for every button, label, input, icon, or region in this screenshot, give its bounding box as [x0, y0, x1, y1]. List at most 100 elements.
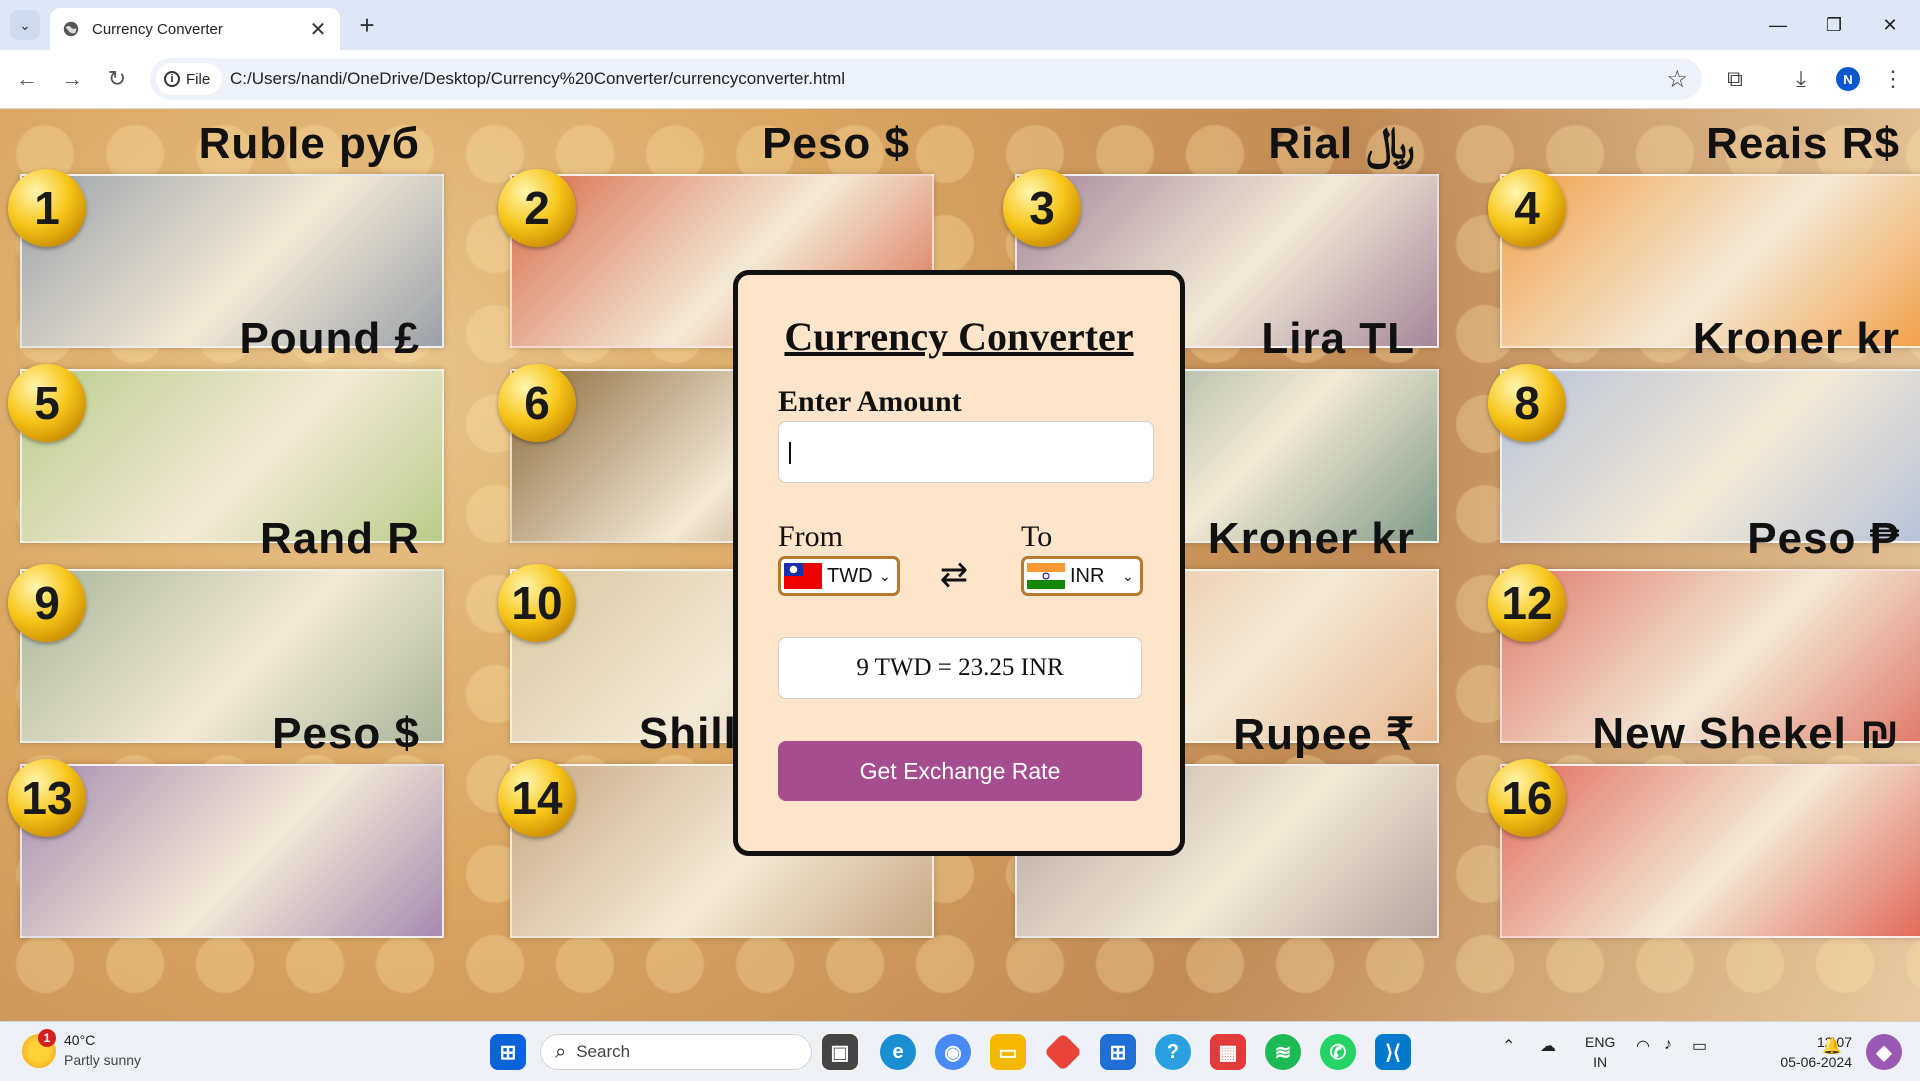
currency-number-badge: 13: [8, 759, 86, 837]
weather-temperature[interactable]: 40°C: [64, 1032, 95, 1048]
forward-button[interactable]: →: [55, 62, 89, 96]
language-indicator[interactable]: ENG IN: [1585, 1032, 1615, 1072]
currency-name: Kroner kr: [1207, 514, 1415, 563]
exchange-result: 9 TWD = 23.25 INR: [778, 637, 1142, 699]
site-info-label: File: [186, 70, 211, 88]
currency-name: Peso ₱: [1747, 514, 1900, 563]
edge-browser-icon[interactable]: e: [880, 1034, 916, 1070]
currency-name: Reais R$: [1706, 119, 1900, 168]
get-exchange-rate-button[interactable]: Get Exchange Rate: [778, 741, 1142, 801]
currency-name: New Shekel ₪: [1592, 709, 1900, 758]
spotify-icon[interactable]: ≋: [1265, 1034, 1301, 1070]
currency-tile: Kroner kr 8: [1480, 314, 1920, 543]
currency-name: Peso $: [272, 709, 420, 758]
arrow-left-icon: ←: [16, 66, 38, 91]
task-view-icon[interactable]: ▣: [822, 1034, 858, 1070]
region-code: IN: [1593, 1054, 1608, 1070]
browser-toolbar: ← → ↻ i File C:/Users/nandi/OneDrive/Des…: [0, 50, 1920, 109]
taskbar-search[interactable]: ⌕ Search: [540, 1034, 812, 1070]
file-explorer-icon[interactable]: ▭: [990, 1034, 1026, 1070]
reload-icon: ↻: [107, 66, 127, 91]
currency-number-badge: 8: [1488, 364, 1566, 442]
search-icon: ⌕: [555, 1040, 567, 1063]
notification-bell-icon[interactable]: 🔔: [1822, 1036, 1842, 1056]
amount-input[interactable]: [778, 421, 1154, 483]
copilot-icon[interactable]: ?: [1155, 1034, 1191, 1070]
browser-tabstrip: ⌄ Currency Converter ✕ + — ❐ ✕: [0, 0, 1920, 50]
globe-icon: [63, 21, 79, 37]
extensions-icon[interactable]: ⧉: [1718, 62, 1752, 96]
app-diamond-icon[interactable]: [1043, 1032, 1083, 1072]
windows-start-icon[interactable]: ⊞: [490, 1034, 526, 1070]
taskbar-search-placeholder: Search: [576, 1042, 631, 1061]
currency-number-badge: 2: [498, 169, 576, 247]
window-close-icon[interactable]: ✕: [1862, 0, 1918, 50]
to-currency-select[interactable]: INR ⌄: [1021, 556, 1143, 596]
info-icon: i: [164, 71, 180, 87]
currency-number-badge: 6: [498, 364, 576, 442]
currency-name: Lira TL: [1261, 314, 1415, 363]
currency-name: Rial ﷼: [1268, 119, 1415, 168]
chevron-up-icon[interactable]: ⌃: [1502, 1036, 1515, 1056]
currency-name: Rand R: [260, 514, 420, 563]
currency-number-badge: 14: [498, 759, 576, 837]
currency-number-badge: 10: [498, 564, 576, 642]
wifi-icon[interactable]: ◠: [1636, 1036, 1650, 1056]
close-icon[interactable]: ✕: [304, 17, 332, 42]
profile-avatar[interactable]: N: [1836, 67, 1860, 91]
windows-taskbar: 1 40°C Partly sunny ⊞ ⌕ Search ▣ e ◉ ▭ ⊞…: [0, 1021, 1920, 1081]
vscode-icon[interactable]: ⟩⟨: [1375, 1034, 1411, 1070]
currency-name: Pound £: [239, 314, 420, 363]
reload-button[interactable]: ↻: [100, 62, 134, 96]
whatsapp-icon[interactable]: ✆: [1320, 1034, 1356, 1070]
from-currency-select[interactable]: TWD ⌄: [778, 556, 900, 596]
swap-arrows-icon[interactable]: ⇄: [934, 555, 974, 595]
minimize-icon[interactable]: —: [1750, 0, 1806, 50]
microsoft-365-icon[interactable]: ▦: [1210, 1034, 1246, 1070]
restore-icon[interactable]: ❐: [1806, 0, 1862, 50]
currency-tile: Pound £ 5: [0, 314, 444, 543]
url-text[interactable]: C:/Users/nandi/OneDrive/Desktop/Currency…: [230, 69, 845, 89]
converter-title: Currency Converter: [784, 314, 1134, 359]
india-flag-icon: [1027, 563, 1065, 589]
currency-name: Rupee ₹: [1233, 710, 1415, 759]
currency-number-badge: 9: [8, 564, 86, 642]
back-button[interactable]: ←: [10, 62, 44, 96]
download-icon[interactable]: ⤓: [1784, 62, 1818, 96]
arrow-right-icon: →: [61, 66, 83, 91]
currency-number-badge: 3: [1003, 169, 1081, 247]
battery-icon[interactable]: ▭: [1692, 1036, 1707, 1056]
bookmark-star-icon[interactable]: ☆: [1666, 65, 1688, 94]
address-bar[interactable]: i File C:/Users/nandi/OneDrive/Desktop/C…: [150, 58, 1702, 100]
currency-tile: Ruble руб 1: [0, 119, 444, 348]
tab-search-menu-button[interactable]: ⌄: [10, 10, 40, 40]
chevron-down-icon: ⌄: [1122, 567, 1134, 584]
currency-number-badge: 16: [1488, 759, 1566, 837]
weather-notification-badge: 1: [38, 1029, 56, 1047]
chrome-browser-icon[interactable]: ◉: [935, 1034, 971, 1070]
microsoft-store-icon[interactable]: ⊞: [1100, 1034, 1136, 1070]
currency-tile: New Shekel ₪ 16: [1480, 709, 1920, 938]
currency-number-badge: 12: [1488, 564, 1566, 642]
amount-label: Enter Amount: [778, 385, 962, 418]
volume-icon[interactable]: ♪: [1664, 1036, 1672, 1054]
weather-description[interactable]: Partly sunny: [64, 1052, 141, 1068]
chevron-down-icon: ⌄: [19, 16, 31, 33]
new-tab-button[interactable]: +: [352, 10, 382, 40]
currency-name: Kroner kr: [1692, 314, 1900, 363]
currency-tile: Reais R$ 4: [1480, 119, 1920, 348]
site-info-chip[interactable]: i File: [156, 63, 222, 95]
taiwan-flag-icon: [784, 563, 822, 589]
currency-tile: Rand R 9: [0, 514, 444, 743]
to-label: To: [1021, 520, 1053, 553]
chevron-down-icon: ⌄: [879, 567, 891, 584]
language-code: ENG: [1585, 1034, 1616, 1050]
currency-number-badge: 1: [8, 169, 86, 247]
tab-title: Currency Converter: [92, 20, 223, 38]
currency-tile: Peso $ 13: [0, 709, 444, 938]
tab-currency-converter[interactable]: Currency Converter ✕: [50, 8, 340, 50]
from-currency-value: TWD: [827, 564, 873, 587]
onedrive-cloud-icon[interactable]: ☁: [1540, 1036, 1556, 1056]
more-menu-icon[interactable]: ⋮: [1876, 62, 1910, 96]
copilot-color-icon[interactable]: ◆: [1866, 1034, 1902, 1070]
